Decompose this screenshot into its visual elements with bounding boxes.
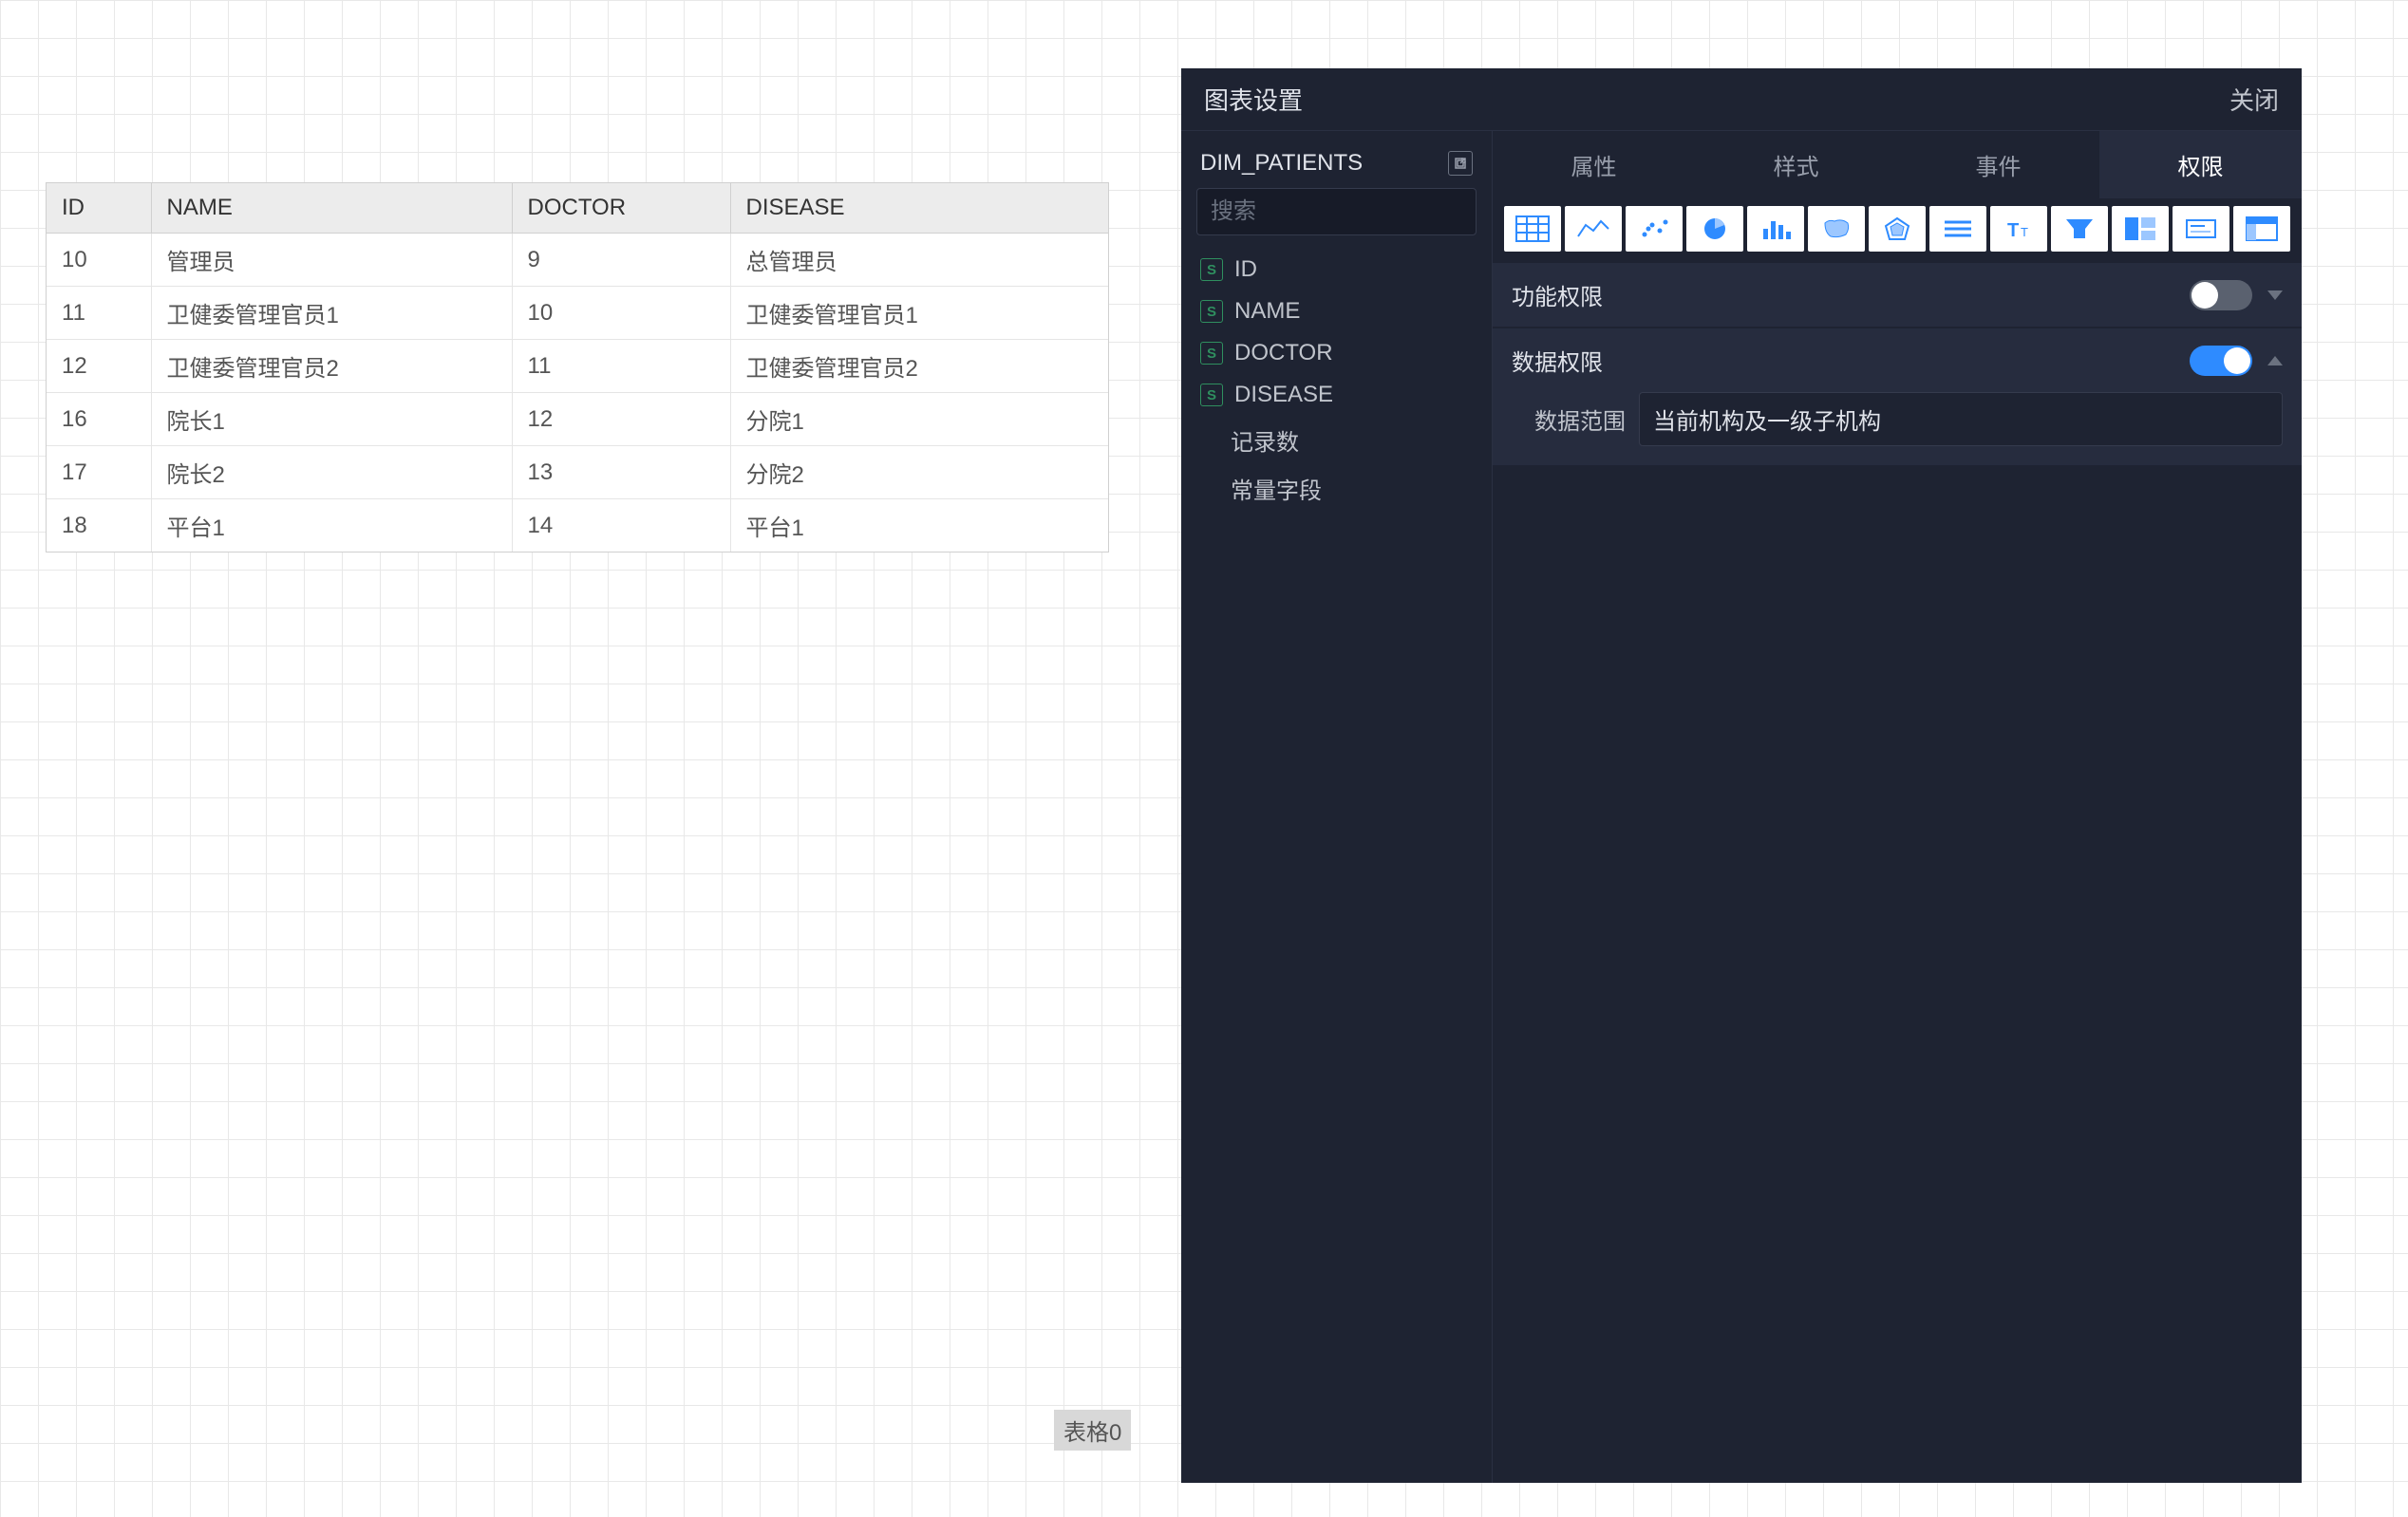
funnel-chart-icon[interactable] [2051, 206, 2108, 252]
data-scope-select[interactable]: 当前机构及一级子机构 [1639, 392, 2283, 446]
datasource-column: DIM_PATIENTS S ID S NAME S DO [1181, 131, 1493, 1483]
kpi-chart-icon[interactable] [2173, 206, 2229, 252]
field-label: 记录数 [1231, 423, 1299, 457]
field-item[interactable]: S NAME [1181, 290, 1492, 332]
data-scope-label: 数据范围 [1534, 403, 1626, 436]
chart-settings-panel: 图表设置 关闭 DIM_PATIENTS S ID S NAME [1181, 68, 2302, 1483]
field-label: NAME [1234, 298, 1300, 325]
function-permission-label: 功能权限 [1512, 278, 1603, 311]
field-item-record-count[interactable]: 记录数 [1181, 416, 1492, 464]
dashboard-panel-icon[interactable] [2112, 206, 2169, 252]
tab-attributes[interactable]: 属性 [1493, 131, 1695, 198]
table-row[interactable]: 11 卫健委管理官员1 10 卫健委管理官员1 [47, 287, 1108, 340]
field-item[interactable]: S DOCTOR [1181, 332, 1492, 374]
data-permission-section: 数据权限 数据范围 当前机构及一级子机构 [1493, 328, 2302, 465]
table-header-doctor[interactable]: DOCTOR [512, 183, 730, 234]
field-label: DOCTOR [1234, 340, 1333, 366]
tab-events[interactable]: 事件 [1897, 131, 2099, 198]
field-search-input[interactable] [1196, 188, 1477, 235]
table-header-disease[interactable]: DISEASE [730, 183, 1108, 234]
field-item-constant[interactable]: 常量字段 [1181, 464, 1492, 513]
svg-text:T: T [2021, 225, 2028, 239]
line-chart-icon[interactable] [1565, 206, 1622, 252]
table-header-row: ID NAME DOCTOR DISEASE [47, 183, 1108, 234]
field-label: ID [1234, 256, 1257, 283]
function-permission-section: 功能权限 [1493, 263, 2302, 327]
field-label: DISEASE [1234, 382, 1333, 408]
tab-style[interactable]: 样式 [1695, 131, 1897, 198]
table-row[interactable]: 18 平台1 14 平台1 [47, 499, 1108, 552]
string-type-icon: S [1200, 342, 1223, 365]
table-row[interactable]: 16 院长1 12 分院1 [47, 393, 1108, 446]
data-scope-value: 当前机构及一级子机构 [1653, 409, 1881, 435]
config-tabs: 属性 样式 事件 权限 [1493, 131, 2302, 198]
field-item[interactable]: S ID [1181, 249, 1492, 290]
panel-header: 图表设置 关闭 [1181, 68, 2302, 131]
data-permission-toggle[interactable] [2190, 346, 2252, 376]
bar-chart-icon[interactable] [1747, 206, 1804, 252]
string-type-icon: S [1200, 258, 1223, 281]
pie-chart-icon[interactable] [1686, 206, 1743, 252]
chevron-up-icon[interactable] [2267, 356, 2283, 365]
field-item[interactable]: S DISEASE [1181, 374, 1492, 416]
data-permission-label: 数据权限 [1512, 344, 1603, 377]
panel-title: 图表设置 [1204, 82, 1303, 117]
tab-permissions[interactable]: 权限 [2099, 131, 2302, 198]
field-label: 常量字段 [1231, 472, 1322, 505]
list-chart-icon[interactable] [1929, 206, 1986, 252]
svg-text:T: T [2007, 220, 2019, 241]
string-type-icon: S [1200, 384, 1223, 406]
table-row[interactable]: 10 管理员 9 总管理员 [47, 234, 1108, 287]
expand-datasource-icon[interactable] [1448, 151, 1473, 176]
datasource-name[interactable]: DIM_PATIENTS [1200, 150, 1363, 177]
scatter-chart-icon[interactable] [1626, 206, 1683, 252]
string-type-icon: S [1200, 300, 1223, 323]
table-header-name[interactable]: NAME [151, 183, 512, 234]
chevron-down-icon[interactable] [2267, 290, 2283, 300]
text-chart-icon[interactable]: TT [1990, 206, 2047, 252]
data-table-widget[interactable]: ID NAME DOCTOR DISEASE 10 管理员 9 总管理员 11 … [46, 182, 1109, 552]
pivot-table-icon[interactable] [2233, 206, 2290, 252]
table-icon[interactable] [1504, 206, 1561, 252]
chart-type-strip: TT [1493, 198, 2302, 263]
function-permission-toggle[interactable] [2190, 280, 2252, 310]
table-header-id[interactable]: ID [47, 183, 151, 234]
config-column: 属性 样式 事件 权限 TT [1493, 131, 2302, 1483]
close-button[interactable]: 关闭 [2229, 82, 2279, 117]
widget-name-label[interactable]: 表格0 [1054, 1410, 1131, 1451]
table-row[interactable]: 12 卫健委管理官员2 11 卫健委管理官员2 [47, 340, 1108, 393]
table-row[interactable]: 17 院长2 13 分院2 [47, 446, 1108, 499]
china-map-icon[interactable] [1808, 206, 1865, 252]
radar-chart-icon[interactable] [1869, 206, 1926, 252]
